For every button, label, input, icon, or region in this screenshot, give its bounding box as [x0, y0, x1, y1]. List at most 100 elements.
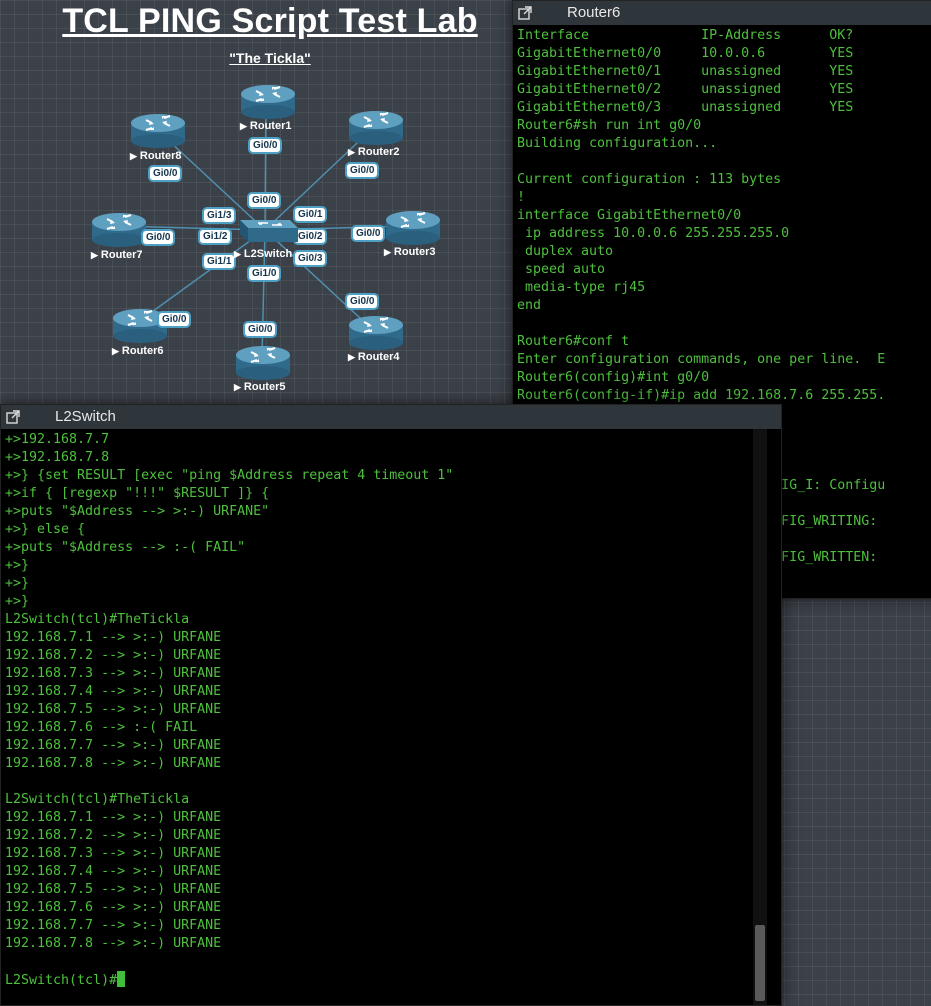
router6-titlebar[interactable]: Router6 — [513, 1, 931, 25]
play-arrow-icon[interactable]: ▶ — [348, 352, 355, 362]
switch-port-label: Gi0/3 — [293, 250, 328, 267]
terminal-line: ip address 10.0.0.6 255.255.255.0 — [517, 226, 790, 241]
switch-port-label: Gi0/1 — [293, 206, 328, 223]
l2switch-device[interactable] — [232, 212, 298, 246]
router-name: Router6 — [121, 345, 164, 357]
router-name: Router8 — [139, 150, 182, 162]
terminal-line: +>} else { — [5, 522, 86, 537]
terminal-line: end — [517, 298, 542, 313]
terminal-line: speed auto — [517, 262, 606, 277]
terminal-line: +>} {set RESULT [exec "ping $Address rep… — [5, 468, 454, 483]
router-device-router5[interactable] — [235, 343, 291, 385]
router-device-router4[interactable] — [348, 313, 404, 355]
router-name: Router2 — [357, 146, 400, 158]
play-arrow-icon[interactable]: ▶ — [240, 121, 247, 131]
router-name: Router3 — [393, 246, 436, 258]
terminal-line: Router6#sh run int g0/0 — [517, 118, 702, 133]
terminal-line: +>} — [5, 594, 30, 609]
router-name: Router4 — [357, 351, 400, 363]
terminal-line: 192.168.7.3 --> >:-) URFANE — [5, 846, 222, 861]
terminal-line: 192.168.7.5 --> >:-) URFANE — [5, 702, 222, 717]
terminal-line: 192.168.7.7 --> >:-) URFANE — [5, 918, 222, 933]
terminal-line: GigabitEthernet0/0 10.0.0.6 YES — [517, 46, 854, 61]
terminal-line: Building configuration... — [517, 136, 718, 151]
l2switch-label: ▶ L2Switch — [234, 248, 293, 260]
play-arrow-icon[interactable]: ▶ — [91, 250, 98, 260]
router-device-router8[interactable] — [130, 111, 186, 153]
router-name: Router5 — [243, 381, 286, 393]
text-cursor — [117, 971, 126, 987]
switch-port-label: Gi0/2 — [293, 228, 328, 245]
switch-port-label: Gi0/0 — [247, 192, 282, 209]
terminal-line: 192.168.7.4 --> >:-) URFANE — [5, 684, 222, 699]
terminal-line: 192.168.7.4 --> >:-) URFANE — [5, 864, 222, 879]
router-label: ▶ Router2 — [348, 146, 399, 158]
popout-icon[interactable] — [5, 409, 21, 425]
router-port-label: Gi0/0 — [243, 321, 278, 338]
play-arrow-icon[interactable]: ▶ — [384, 247, 391, 257]
router-name: Router7 — [100, 249, 143, 261]
terminal-line: duplex auto — [517, 244, 614, 259]
router-name: Router1 — [249, 120, 292, 132]
router-label: ▶ Router8 — [130, 150, 181, 162]
terminal-line: 192.168.7.8 --> >:-) URFANE — [5, 756, 222, 771]
router-device-router3[interactable] — [385, 208, 441, 250]
terminal-line: 192.168.7.8 --> >:-) URFANE — [5, 936, 222, 951]
terminal-line: interface GigabitEthernet0/0 — [517, 208, 742, 223]
terminal-line: ! — [517, 190, 526, 205]
l2switch-title: L2Switch — [55, 408, 116, 425]
router-port-label: Gi0/0 — [345, 293, 380, 310]
terminal-line: +>puts "$Address --> :-( FAIL" — [5, 540, 246, 555]
terminal-line: +>} — [5, 558, 30, 573]
router6-title: Router6 — [567, 4, 621, 21]
terminal-line: Current configuration : 113 bytes — [517, 172, 782, 187]
terminal-line: 192.168.7.7 --> >:-) URFANE — [5, 738, 222, 753]
terminal-line: media-type rj45 — [517, 280, 646, 295]
router-label: ▶ Router4 — [348, 351, 399, 363]
switch-port-label: Gi1/0 — [247, 265, 282, 282]
router-port-label: Gi0/0 — [148, 165, 183, 182]
terminal-line: 192.168.7.2 --> >:-) URFANE — [5, 828, 222, 843]
router-port-label: Gi0/0 — [351, 225, 386, 242]
terminal-line: +>if { [regexp "!!!" $RESULT ]} { — [5, 486, 270, 501]
terminal-line: 192.168.7.5 --> >:-) URFANE — [5, 882, 222, 897]
router-port-label: Gi0/0 — [248, 137, 283, 154]
terminal-line: 192.168.7.6 --> >:-) URFANE — [5, 900, 222, 915]
router-label: ▶ Router3 — [384, 246, 435, 258]
terminal-line: +>192.168.7.8 — [5, 450, 110, 465]
play-arrow-icon[interactable]: ▶ — [112, 346, 119, 356]
terminal-line: GigabitEthernet0/2 unassigned YES — [517, 82, 854, 97]
l2switch-titlebar[interactable]: L2Switch — [1, 405, 781, 429]
terminal-line: 192.168.7.1 --> >:-) URFANE — [5, 810, 222, 825]
terminal-line: Enter configuration commands, one per li… — [517, 352, 886, 367]
play-arrow-icon[interactable]: ▶ — [234, 382, 241, 392]
scrollbar-thumb[interactable] — [755, 925, 765, 1001]
terminal-line: 192.168.7.3 --> >:-) URFANE — [5, 666, 222, 681]
router-port-label: Gi0/0 — [157, 311, 192, 328]
terminal-line: +>puts "$Address --> >:-) URFANE" — [5, 504, 270, 519]
terminal-line: 192.168.7.6 --> :-( FAIL — [5, 720, 198, 735]
router-port-label: Gi0/0 — [345, 162, 380, 179]
terminal-line: 192.168.7.1 --> >:-) URFANE — [5, 630, 222, 645]
router-device-router7[interactable] — [91, 210, 147, 252]
terminal-line: GigabitEthernet0/3 unassigned YES — [517, 100, 854, 115]
play-arrow-icon[interactable]: ▶ — [348, 147, 355, 157]
switch-port-label: Gi1/2 — [198, 228, 233, 245]
router-port-label: Gi0/0 — [141, 229, 176, 246]
router-label: ▶ Router6 — [112, 345, 163, 357]
l2switch-terminal-output[interactable]: +>192.168.7.7 +>192.168.7.8 +>} {set RESUL… — [1, 429, 765, 1005]
l2switch-console-window[interactable]: L2Switch +>192.168.7.7 +>192.168.7.8 +>} {… — [0, 404, 782, 1006]
terminal-line: Router6(config)#int g0/0 — [517, 370, 710, 385]
terminal-line: GigabitEthernet0/1 unassigned YES — [517, 64, 854, 79]
router-device-router1[interactable] — [240, 82, 296, 124]
terminal-line: Router6(config-if)#ip add 192.168.7.6 25… — [517, 388, 886, 403]
router-device-router2[interactable] — [348, 108, 404, 150]
terminal-line: 192.168.7.2 --> >:-) URFANE — [5, 648, 222, 663]
terminal-line: Interface IP-Address OK? — [517, 28, 854, 43]
popout-icon[interactable] — [517, 5, 533, 21]
play-arrow-icon[interactable]: ▶ — [130, 151, 137, 161]
scrollbar[interactable] — [753, 429, 767, 1005]
